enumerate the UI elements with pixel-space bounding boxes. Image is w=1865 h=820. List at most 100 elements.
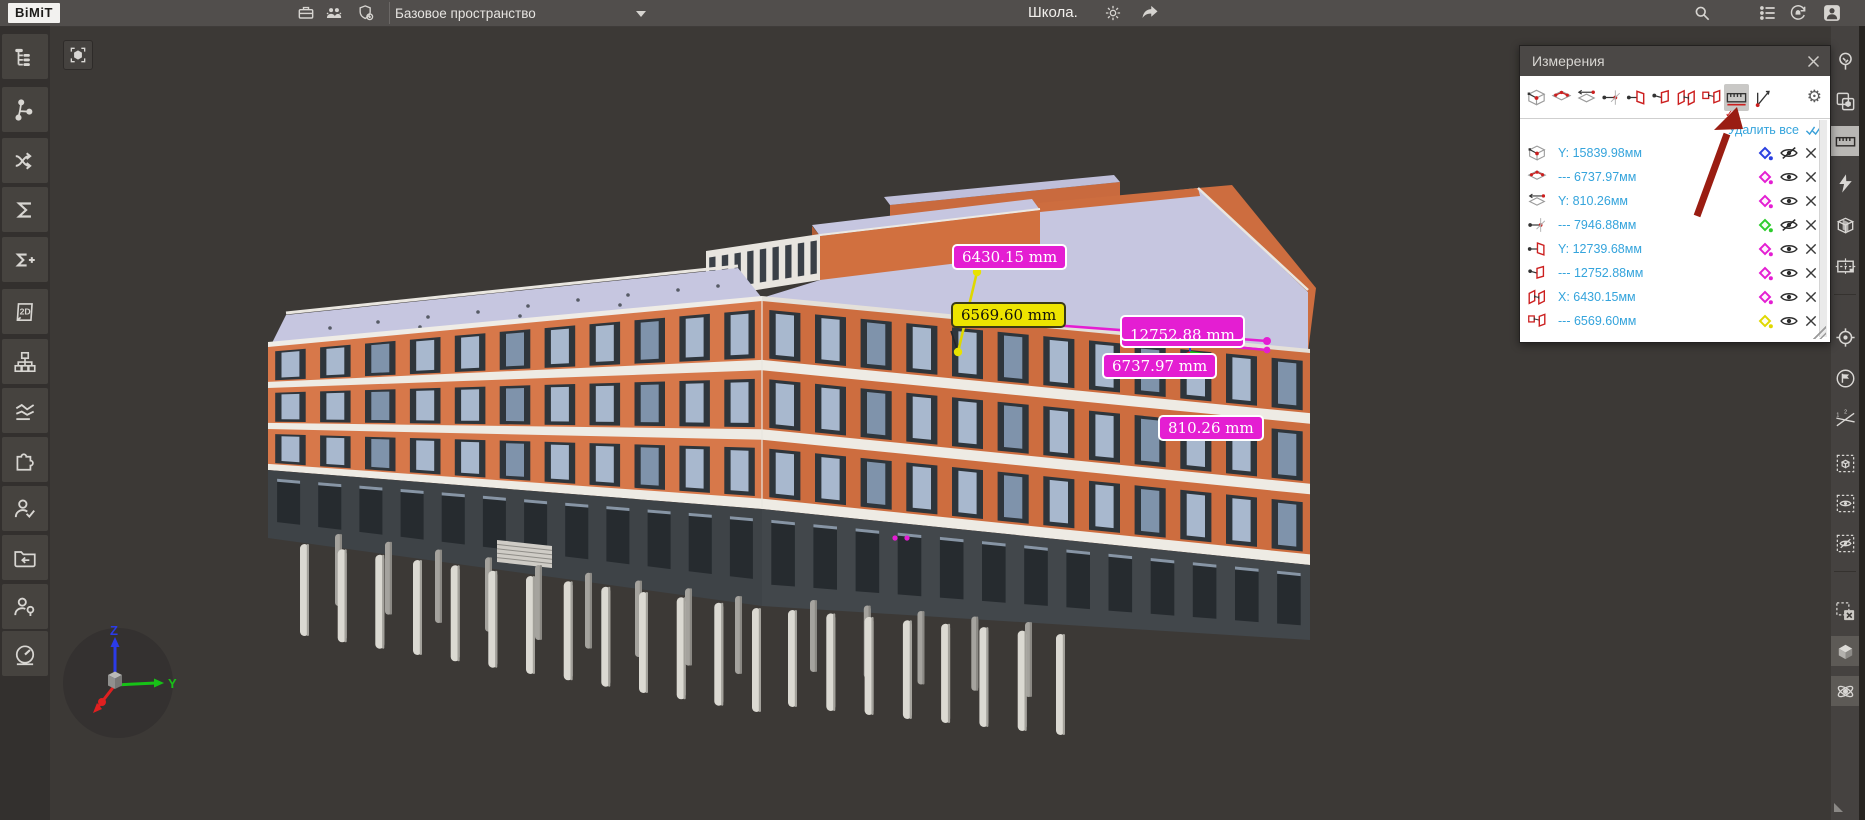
- panel-scrollbar[interactable]: [1819, 120, 1827, 337]
- team-icon[interactable]: [324, 3, 344, 23]
- delete-measurement-button[interactable]: [1804, 266, 1818, 280]
- tool-measure-face-to-face[interactable]: [1699, 84, 1724, 111]
- visibility-toggle[interactable]: [1779, 191, 1799, 211]
- gear-icon[interactable]: [1103, 3, 1123, 23]
- tool-show-selected[interactable]: [1831, 488, 1859, 518]
- measurement-row[interactable]: --- 12752.88мм: [1520, 261, 1830, 285]
- paint-color-button[interactable]: [1756, 168, 1774, 186]
- visibility-toggle[interactable]: [1779, 215, 1799, 235]
- paint-color-button[interactable]: [1756, 264, 1774, 282]
- chevron-down-icon[interactable]: [636, 11, 646, 17]
- delete-measurement-button[interactable]: [1804, 194, 1818, 208]
- compare-lines-icon: [1834, 409, 1857, 432]
- delete-measurement-button[interactable]: [1804, 218, 1818, 232]
- section-box-icon: [1834, 214, 1857, 237]
- tool-measure-ruler[interactable]: ✓: [1724, 84, 1749, 111]
- measurement-type-icon: [1526, 142, 1548, 164]
- visibility-toggle[interactable]: [1779, 167, 1799, 187]
- tool-section-box[interactable]: [1831, 210, 1859, 240]
- sidebar-item-model-tree[interactable]: [2, 34, 48, 79]
- tool-measure-point-to-plane-alt[interactable]: [1649, 84, 1674, 111]
- delete-measurement-button[interactable]: [1804, 314, 1818, 328]
- visibility-toggle[interactable]: [1779, 263, 1799, 283]
- visibility-toggle[interactable]: [1779, 239, 1799, 259]
- sidebar-item-shuffle[interactable]: [2, 138, 48, 183]
- tool-section-plane[interactable]: [1831, 251, 1859, 281]
- measurement-row[interactable]: --- 6737.97мм: [1520, 165, 1830, 189]
- tool-compare[interactable]: [1831, 405, 1859, 435]
- tool-isolate[interactable]: [1831, 86, 1859, 116]
- measure-label-810[interactable]: 810.26 mm: [1158, 415, 1264, 441]
- measurement-row[interactable]: --- 7946.88мм: [1520, 213, 1830, 237]
- tool-flag[interactable]: [1831, 363, 1859, 393]
- paint-color-button[interactable]: [1756, 288, 1774, 306]
- measure-label-6569[interactable]: 6569.60 mm: [951, 302, 1066, 328]
- tool-measure-angle[interactable]: [1749, 84, 1774, 111]
- app-logo[interactable]: BiMiT: [8, 3, 60, 23]
- search-icon[interactable]: [1692, 3, 1712, 23]
- tool-flash[interactable]: [1831, 168, 1859, 198]
- space-selector[interactable]: Базовое пространство: [395, 0, 536, 26]
- measure-label-6430[interactable]: 6430.15 mm: [952, 244, 1067, 270]
- sidebar-item-plugins[interactable]: [2, 437, 48, 482]
- share-icon[interactable]: [1140, 3, 1160, 23]
- close-icon[interactable]: [1800, 48, 1826, 74]
- shield-icon[interactable]: [356, 3, 376, 23]
- visibility-toggle[interactable]: [1779, 311, 1799, 331]
- user-icon[interactable]: [1822, 3, 1842, 23]
- sidebar-item-sum[interactable]: [2, 187, 48, 232]
- delete-measurement-button[interactable]: [1804, 290, 1818, 304]
- paint-color-button[interactable]: [1756, 240, 1774, 258]
- sidebar-item-export[interactable]: [2, 535, 48, 580]
- axis-gizmo[interactable]: Z Y: [58, 623, 178, 743]
- tool-measure-point-to-point[interactable]: [1599, 84, 1624, 111]
- viewport-resize-corner[interactable]: [1834, 803, 1843, 812]
- tool-tree[interactable]: [1831, 46, 1859, 76]
- sidebar-item-charts[interactable]: [2, 388, 48, 433]
- sidebar-item-dashboard[interactable]: [2, 631, 48, 676]
- notifications-icon[interactable]: [1788, 3, 1808, 23]
- delete-measurement-button[interactable]: [1804, 242, 1818, 256]
- paint-color-button[interactable]: [1756, 216, 1774, 234]
- tool-measure-points-on-face[interactable]: [1549, 84, 1574, 111]
- visibility-toggle[interactable]: [1779, 287, 1799, 307]
- tool-measure-edge[interactable]: [1574, 84, 1599, 111]
- tool-hide-selected[interactable]: [1831, 528, 1859, 558]
- list-icon[interactable]: [1758, 3, 1778, 23]
- tool-measure[interactable]: [1831, 126, 1859, 156]
- sidebar-item-org-chart[interactable]: [2, 339, 48, 384]
- tool-select-cube[interactable]: [1831, 448, 1859, 478]
- sidebar-item-user-tasks[interactable]: [2, 486, 48, 531]
- paint-color-button[interactable]: [1756, 192, 1774, 210]
- tool-clear-selection[interactable]: [1831, 596, 1859, 626]
- delete-measurement-button[interactable]: [1804, 170, 1818, 184]
- tool-measure-point-to-plane[interactable]: [1624, 84, 1649, 111]
- briefcase-icon[interactable]: [296, 3, 316, 23]
- tool-solid-view[interactable]: [1831, 636, 1859, 666]
- tool-measure-bbox[interactable]: [1524, 84, 1549, 111]
- tool-orbit[interactable]: [1831, 676, 1859, 706]
- measurement-row[interactable]: X: 6430.15мм: [1520, 285, 1830, 309]
- panel-header[interactable]: Измерения: [1520, 46, 1830, 76]
- visibility-toggle[interactable]: [1779, 143, 1799, 163]
- sidebar-item-sum-add[interactable]: [2, 237, 48, 282]
- delete-measurement-button[interactable]: [1804, 146, 1818, 160]
- measure-label-12752[interactable]: 12752.88 mm: [1120, 322, 1245, 348]
- measurement-value: Y: 810.26мм: [1558, 194, 1756, 208]
- paint-color-button[interactable]: [1756, 144, 1774, 162]
- sidebar-item-user-location[interactable]: [2, 584, 48, 629]
- measurement-row[interactable]: Y: 15839.98мм: [1520, 141, 1830, 165]
- measurement-row[interactable]: Y: 12739.68мм: [1520, 237, 1830, 261]
- tool-locate[interactable]: [1831, 322, 1859, 352]
- measure-label-6737[interactable]: 6737.97 mm: [1102, 353, 1217, 379]
- sidebar-item-2d[interactable]: [2, 289, 48, 334]
- measurement-row[interactable]: --- 6569.60мм: [1520, 309, 1830, 333]
- measure-settings-icon[interactable]: ⚙: [1807, 87, 1822, 107]
- measurement-row[interactable]: Y: 810.26мм: [1520, 189, 1830, 213]
- fit-view-button[interactable]: [63, 40, 93, 70]
- tool-measure-plane-to-plane[interactable]: [1674, 84, 1699, 111]
- paint-color-button[interactable]: [1756, 312, 1774, 330]
- sidebar-item-branches[interactable]: [2, 87, 48, 132]
- measurement-value: Y: 12739.68мм: [1558, 242, 1756, 256]
- delete-all-link[interactable]: Удалить все: [1728, 123, 1799, 137]
